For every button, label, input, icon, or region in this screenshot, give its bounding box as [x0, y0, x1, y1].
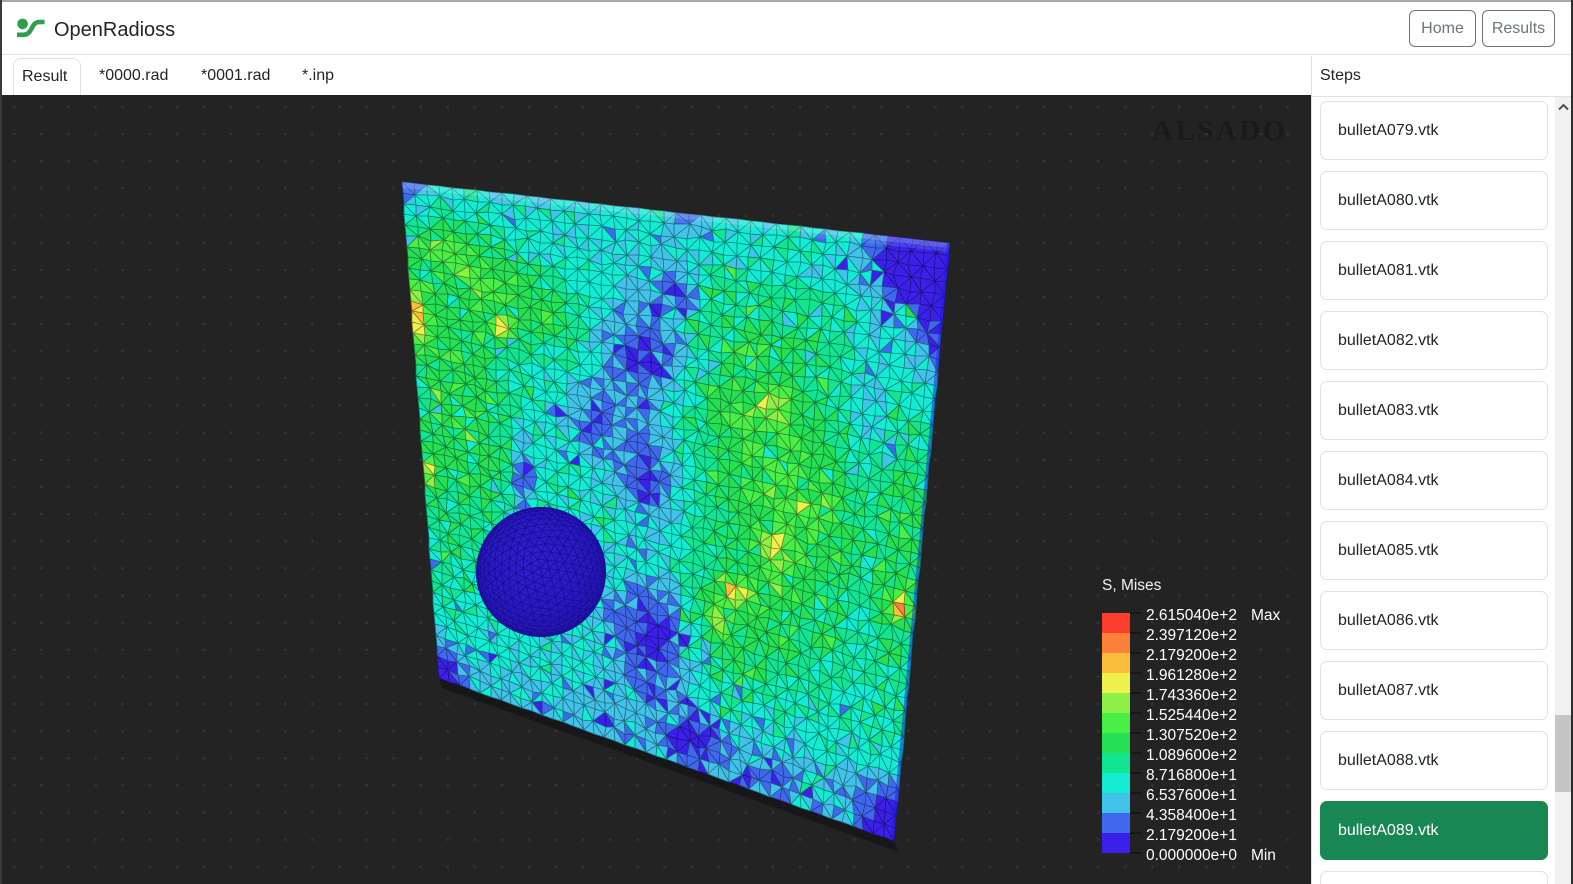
svg-text:1.525440e+2: 1.525440e+2 — [1146, 707, 1237, 724]
svg-text:4.358400e+1: 4.358400e+1 — [1146, 807, 1237, 824]
svg-text:2.397120e+2: 2.397120e+2 — [1146, 627, 1237, 644]
svg-text:0.000000e+0Min: 0.000000e+0 Min — [1146, 847, 1276, 864]
svg-text:1.743360e+2: 1.743360e+2 — [1146, 687, 1237, 704]
svg-text:S, Mises: S, Mises — [1102, 577, 1162, 594]
svg-text:8.716800e+1: 8.716800e+1 — [1146, 767, 1237, 784]
svg-text:2.179200e+2: 2.179200e+2 — [1146, 647, 1237, 664]
svg-text:2.179200e+1: 2.179200e+1 — [1146, 827, 1237, 844]
svg-text:1.307520e+2: 1.307520e+2 — [1146, 727, 1237, 744]
svg-text:1.089600e+2: 1.089600e+2 — [1146, 747, 1237, 764]
svg-text:2.615040e+2Max: 2.615040e+2 Max — [1146, 607, 1280, 624]
svg-text:1.961280e+2: 1.961280e+2 — [1146, 667, 1237, 684]
svg-text:6.537600e+1: 6.537600e+1 — [1146, 787, 1237, 804]
